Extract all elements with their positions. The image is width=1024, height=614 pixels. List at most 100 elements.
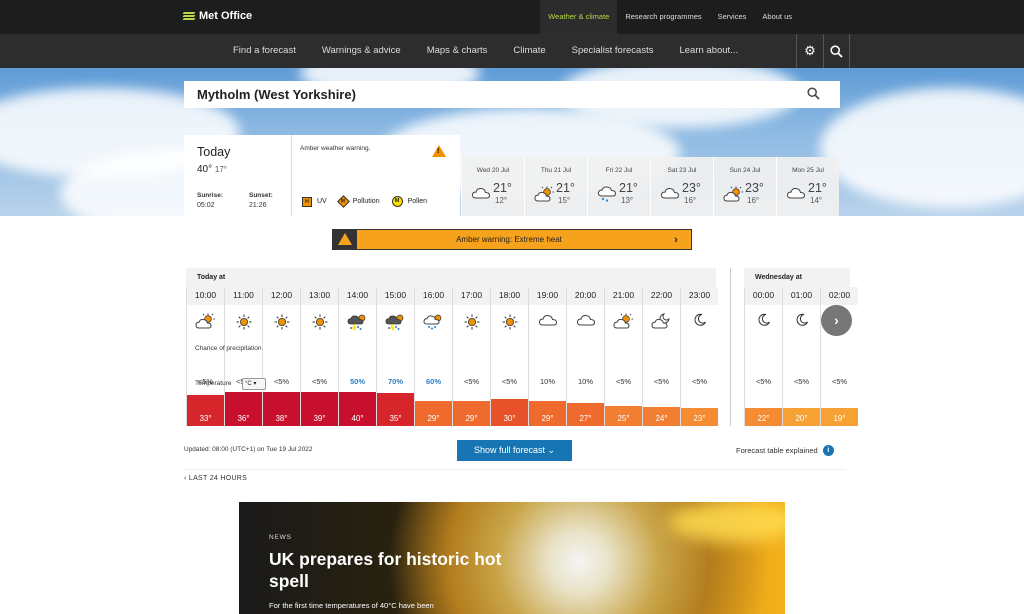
- day-card[interactable]: Thu 21 Jul 21° 15°: [524, 157, 587, 216]
- hour-column[interactable]: 17:00 <5% 29°: [452, 287, 490, 426]
- hour-time: 12:00: [263, 287, 300, 305]
- day-high-temp: 21°: [493, 181, 512, 195]
- hour-time: 22:00: [643, 287, 680, 305]
- hour-column[interactable]: 10:00 <5% 33°: [186, 287, 224, 426]
- moon-icon: [681, 313, 718, 330]
- day-high-temp: 21°: [556, 181, 575, 195]
- day-card[interactable]: Sun 24 Jul 23° 16°: [713, 157, 776, 216]
- news-headline[interactable]: UK prepares for historic hot spell: [269, 548, 529, 592]
- hour-time: 16:00: [415, 287, 452, 305]
- hour-precipitation: 50%: [349, 377, 365, 386]
- amber-warning-banner[interactable]: Amber warning: Extreme heat ›: [332, 229, 692, 250]
- sunset-time: 21:26: [249, 202, 267, 209]
- top-link-research[interactable]: Research programmes: [617, 0, 709, 34]
- hour-temperature-bar: 19°: [821, 408, 858, 426]
- hour-time: 15:00: [377, 287, 414, 305]
- hour-precipitation: 70%: [387, 377, 403, 386]
- hour-column[interactable]: 13:00 <5% 39°: [300, 287, 338, 426]
- hour-column[interactable]: 14:00 50% 40°: [338, 287, 376, 426]
- day-card[interactable]: Fri 22 Jul 21° 13°: [587, 157, 650, 216]
- hour-time: 10:00: [187, 287, 224, 305]
- day-card[interactable]: Wed 20 Jul 21° 12°: [461, 157, 524, 216]
- hour-temperature: 22°: [757, 414, 770, 423]
- hour-temperature-bar: 38°: [263, 392, 300, 426]
- warning-text: Amber weather warning.: [300, 145, 371, 152]
- hour-column[interactable]: 16:00 60% 29°: [414, 287, 452, 426]
- day-name: Wed 20 Jul: [476, 167, 510, 174]
- moon-icon: [783, 313, 820, 330]
- day-low-temp: 16°: [747, 196, 760, 205]
- top-links: Weather & climate Research programmes Se…: [540, 0, 800, 34]
- pollen-indicator: M Pollen: [391, 196, 427, 207]
- day-high-temp: 21°: [619, 181, 638, 195]
- sun-cloud-icon: [723, 186, 745, 205]
- hour-column[interactable]: 21:00 <5% 25°: [604, 287, 642, 426]
- top-link-about[interactable]: About us: [754, 0, 800, 34]
- hour-column[interactable]: 01:00 <5% 20°: [782, 287, 820, 426]
- hour-column[interactable]: 18:00 <5% 30°: [490, 287, 528, 426]
- show-full-forecast-button[interactable]: Show full forecast ⌄: [457, 440, 572, 461]
- search-icon[interactable]: [823, 34, 850, 68]
- hour-temperature-bar: 36°: [225, 392, 262, 426]
- day-low-temp: 16°: [684, 196, 697, 205]
- hour-column[interactable]: 20:00 10% 27°: [566, 287, 604, 426]
- amber-warning-text: Amber warning: Extreme heat: [456, 235, 562, 244]
- hour-temperature: 40°: [351, 414, 364, 423]
- met-office-logo[interactable]: Met Office: [182, 10, 252, 22]
- hour-temperature-bar: 23°: [681, 408, 718, 426]
- hour-temperature-bar: 29°: [453, 400, 490, 426]
- hour-precipitation: <5%: [463, 377, 480, 386]
- location-search-input[interactable]: Mytholm (West Yorkshire): [184, 81, 840, 108]
- nav-learn[interactable]: Learn about...: [666, 34, 751, 68]
- top-link-weather[interactable]: Weather & climate: [540, 0, 618, 34]
- cloud-icon: [660, 186, 680, 203]
- day-card[interactable]: Mon 25 Jul 21° 14°: [776, 157, 839, 216]
- day-low-temp: 15°: [558, 196, 571, 205]
- nav-maps-charts[interactable]: Maps & charts: [414, 34, 501, 68]
- top-bar: Met Office Weather & climate Research pr…: [0, 0, 1024, 34]
- moon-cloud-icon: [643, 313, 680, 332]
- temperature-unit-select[interactable]: °C ▾: [242, 378, 266, 390]
- daily-forecast-strip: Wed 20 Jul 21° 12° Thu 21 Jul 21° 15° Fri 22 J…: [461, 157, 840, 216]
- hour-temperature: 25°: [617, 414, 630, 423]
- forecast-table-explained-link[interactable]: Forecast table explained i: [736, 445, 834, 456]
- hour-time: 18:00: [491, 287, 528, 305]
- hour-precipitation: 10%: [539, 377, 555, 386]
- hour-column[interactable]: 00:00 <5% 22°: [744, 287, 782, 426]
- hour-temperature: 19°: [833, 414, 846, 423]
- sun-rain-icon: [415, 313, 452, 334]
- hour-temperature: 29°: [427, 414, 440, 423]
- day-high-temp: 23°: [745, 181, 764, 195]
- settings-gear-icon[interactable]: ⚙: [796, 34, 823, 68]
- cloud-icon: [471, 186, 491, 203]
- hour-precipitation: <5%: [653, 377, 670, 386]
- news-hero[interactable]: NEWS UK prepares for historic hot spell …: [239, 502, 785, 614]
- logo-icon: [182, 12, 196, 20]
- hour-column[interactable]: 12:00 <5% 38°: [262, 287, 300, 426]
- nav-find-forecast[interactable]: Find a forecast: [220, 34, 309, 68]
- hour-column[interactable]: 11:00<5%36°: [224, 287, 262, 426]
- precipitation-label: Chance of precipitation: [195, 345, 262, 352]
- hour-column[interactable]: 23:00 <5% 23°: [680, 287, 718, 426]
- last-24-hours-link[interactable]: ‹ LAST 24 HOURS: [184, 475, 247, 482]
- hourly-forecast-table: Today at Wednesday at 10:00<5%33°11:00<5…: [186, 268, 858, 426]
- hour-column[interactable]: 22:00 <5% 24°: [642, 287, 680, 426]
- day-card[interactable]: Sat 23 Jul 23° 16°: [650, 157, 713, 216]
- hour-column[interactable]: 19:00 10% 29°: [528, 287, 566, 426]
- warning-triangle-icon: [333, 230, 357, 249]
- nav-specialist[interactable]: Specialist forecasts: [559, 34, 667, 68]
- nav-warnings[interactable]: Warnings & advice: [309, 34, 414, 68]
- thunder-icon: [339, 313, 376, 334]
- temperature-label: Temperature: [195, 380, 232, 387]
- day-name: Fri 22 Jul: [605, 167, 633, 174]
- top-link-services[interactable]: Services: [710, 0, 755, 34]
- hour-column[interactable]: 15:00 70% 35°: [376, 287, 414, 426]
- location-search-value: Mytholm (West Yorkshire): [197, 87, 356, 102]
- nav-climate[interactable]: Climate: [500, 34, 558, 68]
- hour-temperature-bar: 27°: [567, 403, 604, 426]
- today-panel[interactable]: Today 40° 17° Sunrise: 05:02 Sunset: 21:…: [184, 135, 460, 216]
- warning-triangle-icon: !: [432, 145, 446, 157]
- search-icon[interactable]: [807, 87, 820, 103]
- next-hours-button[interactable]: ›: [821, 305, 852, 336]
- updated-text: Updated: 08:00 (UTC+1) on Tue 19 Jul 202…: [184, 446, 313, 453]
